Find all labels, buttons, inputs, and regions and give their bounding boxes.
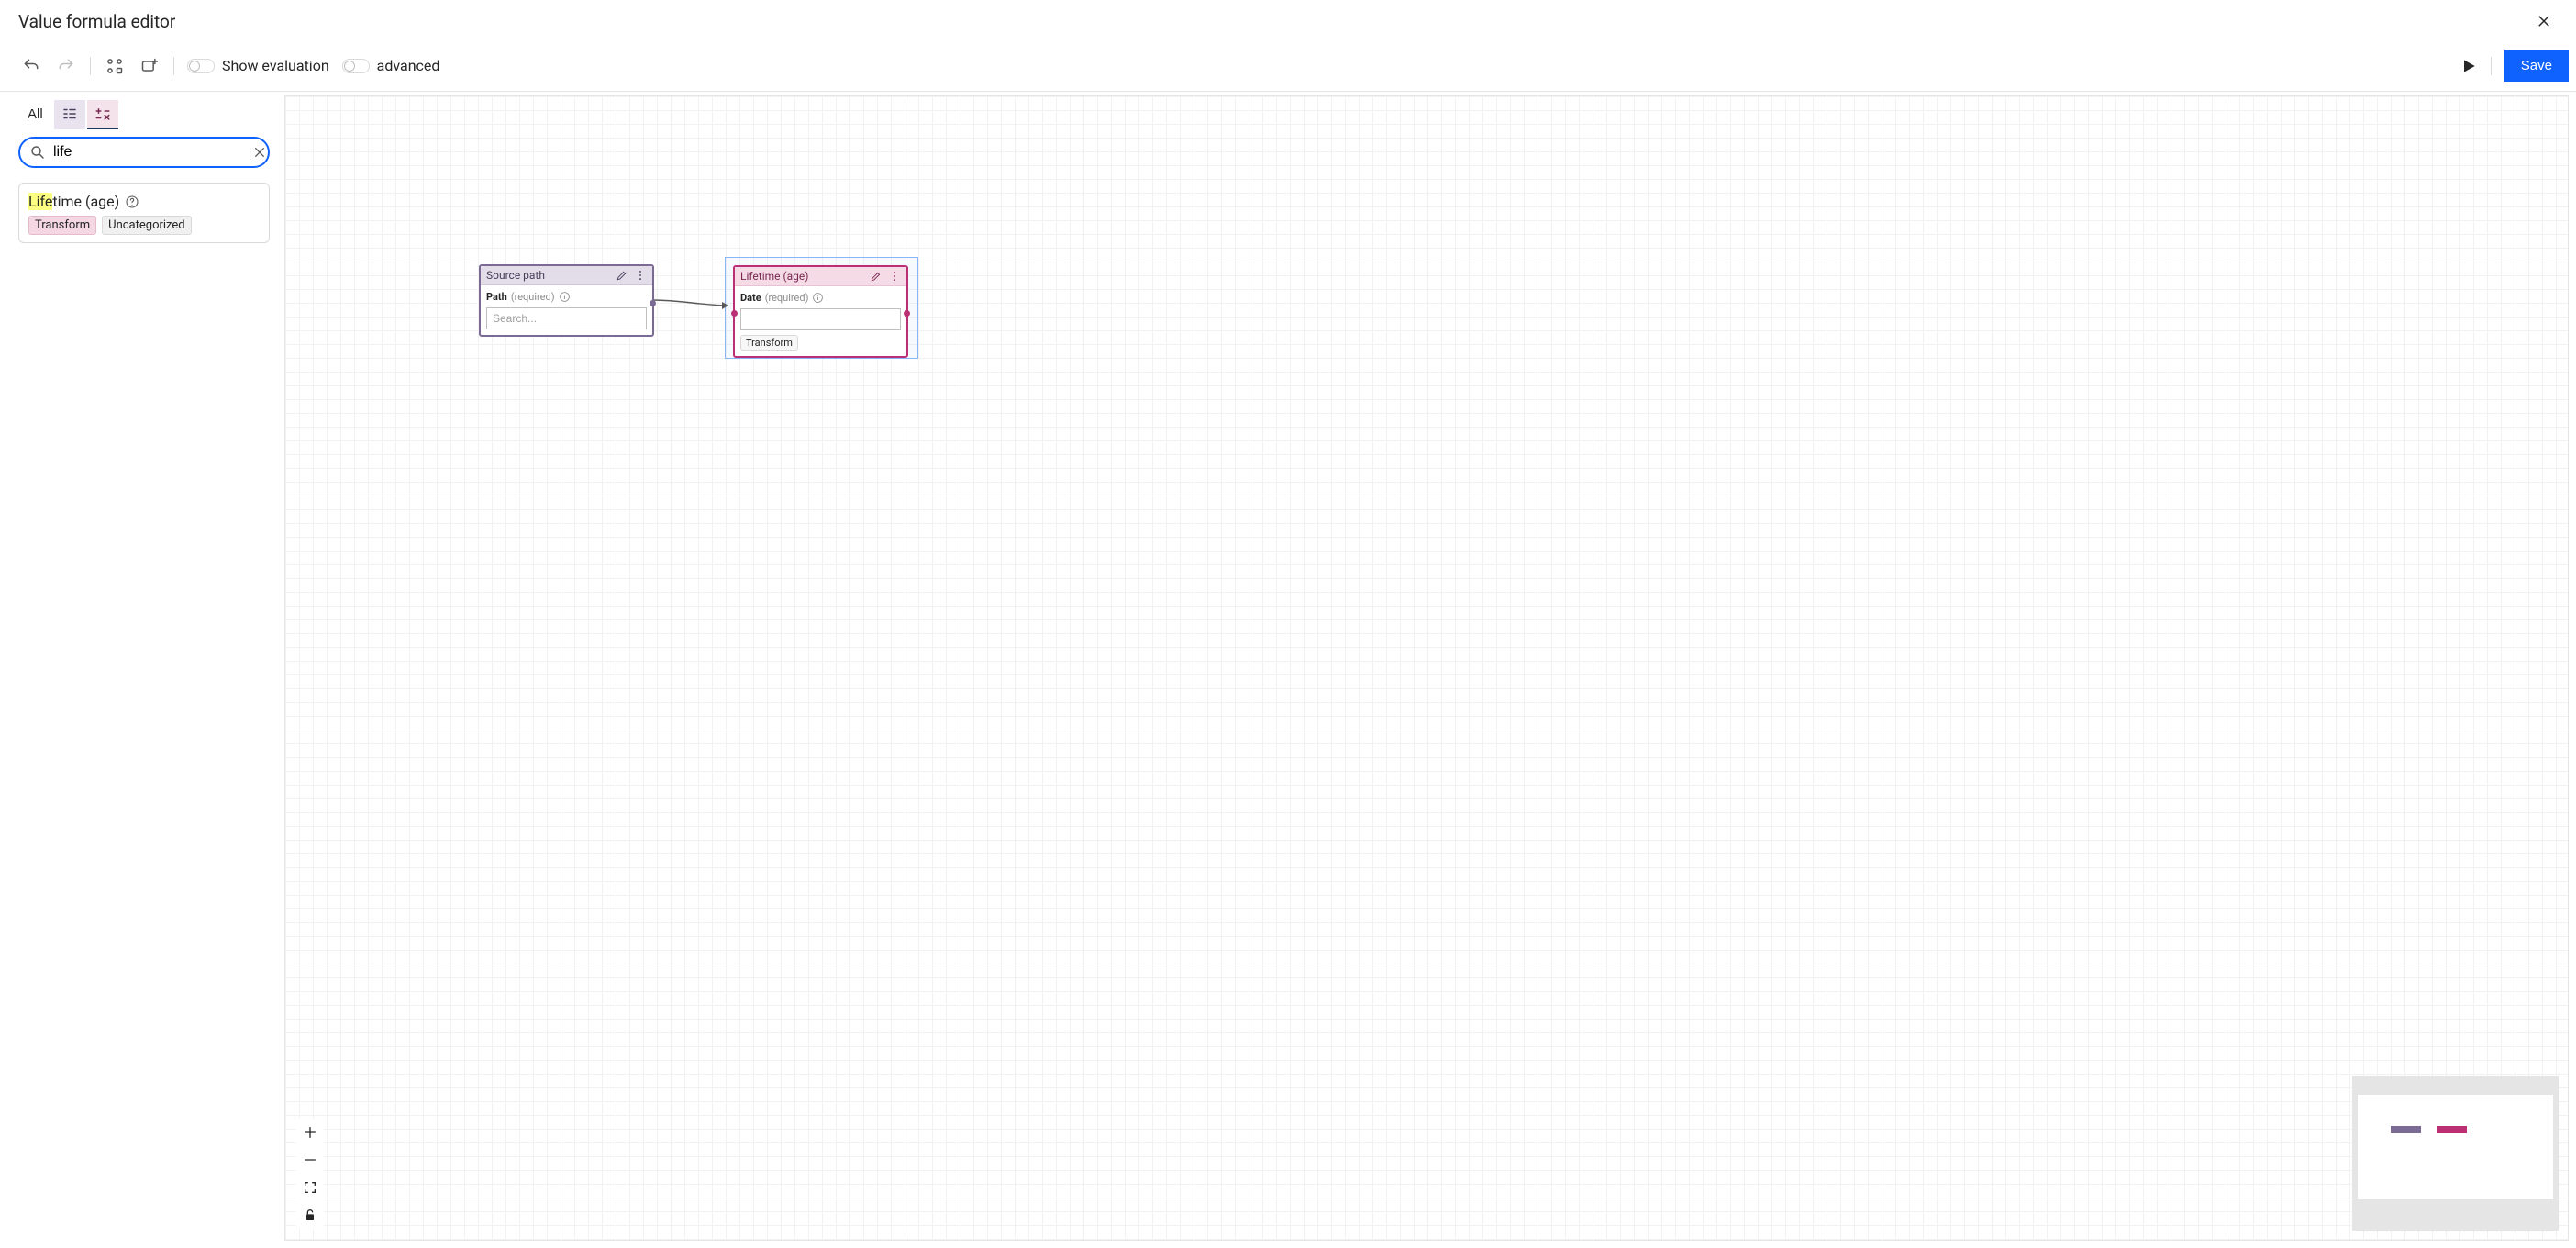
lock-icon	[303, 1208, 317, 1222]
sidebar: All Lifetime (age)	[0, 92, 284, 1248]
add-node-icon	[140, 57, 159, 75]
node-menu-button[interactable]	[634, 269, 647, 282]
redo-icon	[57, 57, 75, 75]
undo-icon	[22, 57, 40, 75]
minus-icon	[303, 1153, 317, 1167]
close-icon	[252, 145, 267, 160]
run-button[interactable]	[2459, 57, 2478, 75]
node-source-path[interactable]: Source path Path (required)	[479, 264, 654, 337]
close-icon	[2536, 13, 2552, 29]
node-menu-button[interactable]	[888, 270, 901, 283]
search-result-item[interactable]: Lifetime (age) Transform Uncategorized	[18, 183, 270, 243]
minimap-viewport	[2358, 1095, 2553, 1199]
show-evaluation-label: Show evaluation	[222, 57, 329, 74]
minimap[interactable]	[2352, 1076, 2559, 1231]
value-formula-editor: Value formula editor Show evaluat	[0, 0, 2576, 1248]
help-icon[interactable]	[125, 195, 139, 209]
lock-button[interactable]	[296, 1201, 324, 1229]
modal-header: Value formula editor	[0, 0, 2576, 42]
result-title: Lifetime (age)	[28, 193, 119, 210]
edit-icon	[616, 269, 628, 282]
filter-tab-source[interactable]	[54, 100, 85, 129]
show-evaluation-toggle[interactable]	[187, 59, 215, 73]
plus-icon	[303, 1125, 317, 1140]
node-edit-button[interactable]	[870, 270, 883, 283]
toolbar-divider	[90, 57, 91, 75]
kebab-icon	[888, 270, 901, 283]
filter-tabs: All	[18, 99, 270, 129]
undo-button[interactable]	[20, 55, 42, 77]
required-label: (required)	[511, 291, 555, 303]
kebab-icon	[634, 269, 647, 282]
filter-tab-transform[interactable]	[87, 100, 118, 129]
edge	[653, 295, 736, 313]
layout-icon	[105, 57, 124, 75]
layout-button[interactable]	[104, 55, 126, 77]
filter-tab-all[interactable]: All	[18, 99, 52, 129]
advanced-label: advanced	[377, 57, 440, 74]
node-lifetime-age[interactable]: Lifetime (age) Date (required) Transform	[733, 265, 908, 358]
advanced-toggle[interactable]	[342, 59, 370, 73]
zoom-in-button[interactable]	[296, 1119, 324, 1146]
save-button[interactable]: Save	[2504, 50, 2569, 82]
toolbar-divider	[2491, 57, 2492, 75]
fit-view-button[interactable]	[296, 1174, 324, 1201]
canvas[interactable]: Source path Path (required)	[284, 95, 2569, 1241]
edit-icon	[870, 270, 883, 283]
add-node-button[interactable]	[139, 55, 161, 77]
node-edit-button[interactable]	[616, 269, 628, 282]
search-input[interactable]	[53, 144, 243, 161]
minimap-node	[2437, 1126, 2467, 1133]
search-container	[18, 137, 270, 168]
node-badge: Transform	[740, 335, 798, 351]
list-icon	[61, 106, 78, 122]
field-label: Date	[740, 292, 761, 304]
port-input[interactable]	[731, 310, 738, 317]
port-output[interactable]	[650, 300, 656, 306]
redo-button[interactable]	[55, 55, 77, 77]
node-title: Source path	[486, 269, 610, 282]
node-title: Lifetime (age)	[740, 270, 864, 283]
close-button[interactable]	[2532, 9, 2556, 33]
info-icon[interactable]	[559, 291, 571, 303]
info-icon[interactable]	[812, 292, 824, 304]
field-label: Path	[486, 291, 507, 303]
port-output[interactable]	[904, 310, 910, 317]
transform-icon	[94, 106, 111, 122]
search-icon	[29, 144, 46, 161]
badge-uncategorized: Uncategorized	[102, 216, 191, 235]
fit-icon	[303, 1180, 317, 1195]
zoom-out-button[interactable]	[296, 1146, 324, 1174]
toolbar-divider	[173, 57, 174, 75]
required-label: (required)	[765, 292, 809, 304]
badge-transform: Transform	[28, 216, 96, 235]
toolbar: Show evaluation advanced Save	[0, 42, 2576, 92]
clear-search-button[interactable]	[250, 143, 269, 162]
node-path-input[interactable]	[486, 307, 647, 329]
play-icon	[2459, 57, 2478, 75]
modal-title: Value formula editor	[18, 11, 175, 32]
node-date-input[interactable]	[740, 308, 901, 330]
minimap-node	[2391, 1126, 2421, 1133]
zoom-controls	[296, 1119, 324, 1229]
